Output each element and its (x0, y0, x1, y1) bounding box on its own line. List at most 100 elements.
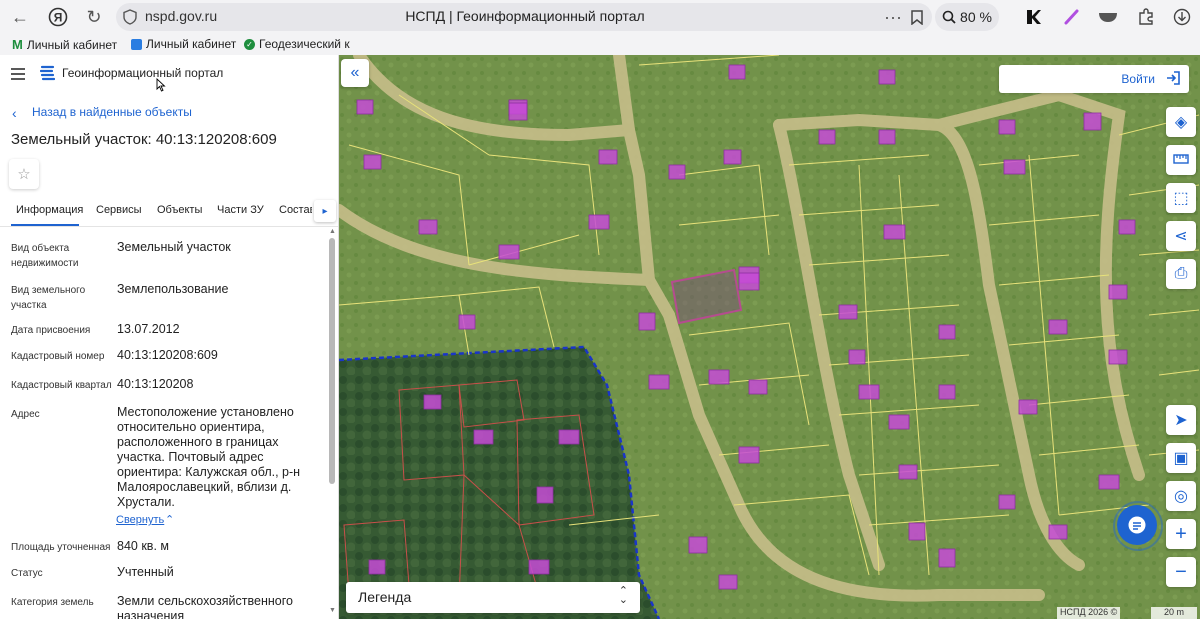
bookmark-item[interactable]: M Личный кабинет (12, 37, 117, 52)
url-text[interactable]: nspd.gov.ru (145, 8, 217, 24)
chevron-left-icon[interactable]: ‹ (12, 105, 17, 121)
building-footprint (938, 324, 956, 340)
extension-k-icon[interactable] (1022, 5, 1046, 29)
gosuslugi-icon (131, 38, 142, 50)
layers-button[interactable]: ◈ (1166, 107, 1196, 137)
zoom-indicator[interactable]: 80 % (935, 3, 999, 31)
building-footprint (1108, 284, 1128, 300)
map-canvas[interactable] (339, 55, 1200, 619)
chevron-up-icon[interactable]: ⌃ (165, 513, 174, 526)
object-info-panel: Геоинформационный портал ‹ Назад в найде… (0, 55, 339, 619)
building-footprint (688, 536, 708, 554)
print-button[interactable]: ⎙ (1166, 259, 1196, 289)
building-footprint (598, 149, 618, 165)
building-footprint (458, 314, 476, 330)
building-footprint (1003, 159, 1026, 175)
building-footprint (418, 219, 438, 235)
portal-title[interactable]: Геоинформационный портал (62, 66, 223, 80)
target-icon: ◎ (1174, 488, 1188, 505)
building-footprint (363, 154, 382, 170)
field-label-cadastral-quarter: Кадастровый квартал (11, 380, 112, 391)
building-footprint (838, 304, 858, 320)
back-to-results-link[interactable]: Назад в найденные объекты (32, 105, 192, 119)
active-tab-indicator (11, 224, 79, 226)
field-value-area: 840 кв. м (117, 539, 169, 553)
field-label-land-category: Категория земель (11, 597, 94, 608)
scroll-up-icon[interactable]: ▲ (329, 228, 336, 235)
building-footprint (356, 99, 374, 115)
collapse-panel-button[interactable]: « (341, 59, 369, 87)
collapse-link[interactable]: Свернуть (116, 514, 164, 526)
field-label-address: Адрес (11, 409, 40, 420)
chevron-right-icon[interactable]: ▸ (314, 200, 336, 222)
building-footprint (668, 164, 686, 180)
bookmark-item[interactable]: ✓ Геодезический к (244, 37, 350, 51)
chat-button[interactable] (1117, 505, 1157, 545)
more-icon[interactable]: ··· (881, 5, 905, 29)
download-icon[interactable] (1170, 5, 1194, 29)
tab-services[interactable]: Сервисы (96, 204, 142, 216)
minimap-icon: ▣ (1173, 450, 1189, 467)
building-footprint (1018, 399, 1038, 415)
building-footprint (848, 349, 866, 365)
building-footprint (508, 102, 528, 121)
building-footprint (938, 384, 956, 400)
zoom-out-button[interactable]: − (1166, 557, 1196, 587)
map-view[interactable]: « Войти ◈ ⬚ ⋖ ⎙ ➤ ▣ ◎ + − Легенда ⌃ ⌄ НСП… (339, 55, 1200, 619)
legend-label: Легенда (358, 589, 412, 605)
check-circle-icon: ✓ (244, 38, 255, 50)
field-value-cadastral-number: 40:13:120208:609 (117, 348, 218, 362)
back-arrow-icon[interactable]: ← (8, 5, 32, 29)
portal-logo-icon[interactable] (39, 65, 56, 86)
building-footprint (723, 149, 742, 165)
select-area-button[interactable]: ⬚ (1166, 183, 1196, 213)
tab-objects[interactable]: Объекты (157, 204, 202, 216)
reload-icon[interactable]: ↻ (82, 5, 106, 29)
building-footprint (558, 429, 580, 445)
building-footprint (718, 574, 738, 590)
geolocation-button[interactable]: ➤ (1166, 405, 1196, 435)
svg-text:Я: Я (54, 11, 63, 25)
building-footprint (738, 446, 760, 464)
minimap-button[interactable]: ▣ (1166, 443, 1196, 473)
extension-pen-icon[interactable] (1060, 5, 1084, 29)
extension-bowl-icon[interactable] (1096, 5, 1120, 29)
hamburger-menu-icon[interactable] (11, 67, 25, 85)
building-footprint (883, 224, 906, 240)
scroll-down-icon[interactable]: ▼ (329, 607, 336, 614)
address-bar[interactable] (116, 3, 932, 31)
legend-dropdown[interactable]: Легенда ⌃ ⌄ (346, 582, 640, 613)
extensions-puzzle-icon[interactable] (1134, 5, 1158, 29)
building-footprint (738, 272, 760, 291)
building-footprint (748, 379, 768, 395)
login-button[interactable]: Войти (999, 65, 1189, 93)
building-footprint (998, 494, 1016, 510)
shield-icon[interactable] (118, 5, 142, 29)
building-footprint (878, 129, 896, 145)
tab-parts[interactable]: Части ЗУ (217, 204, 264, 216)
building-footprint (1098, 474, 1120, 490)
building-footprint (588, 214, 610, 230)
search-location-button[interactable]: ◎ (1166, 481, 1196, 511)
field-value-address: Местоположение установлено относительно … (117, 405, 301, 509)
tab-information[interactable]: Информация (16, 204, 83, 216)
building-footprint (1118, 219, 1136, 235)
scrollbar-thumb[interactable] (329, 238, 335, 484)
minus-icon: − (1175, 560, 1187, 583)
copyright-text: НСПД 2026 © (1057, 607, 1121, 619)
magnifier-icon (942, 10, 956, 24)
zoom-in-button[interactable]: + (1166, 519, 1196, 549)
field-label-status: Статус (11, 568, 43, 579)
tab-composition[interactable]: Состав (279, 204, 312, 216)
bookmark-icon[interactable] (905, 5, 929, 29)
field-value-land-category: Земли сельскохозяйственного назначения (117, 594, 293, 619)
tab-bar: Информация Сервисы Объекты Части ЗУ Сост… (0, 198, 338, 227)
building-footprint (728, 64, 746, 80)
bookmark-item[interactable]: Личный кабинет (131, 37, 236, 51)
scale-bar: 20 m (1151, 607, 1197, 619)
favorite-star-icon[interactable]: ☆ (9, 159, 39, 189)
measure-button[interactable] (1166, 145, 1196, 175)
building-footprint (498, 244, 520, 260)
yandex-logo-icon[interactable]: Я (46, 5, 70, 29)
share-button[interactable]: ⋖ (1166, 221, 1196, 251)
